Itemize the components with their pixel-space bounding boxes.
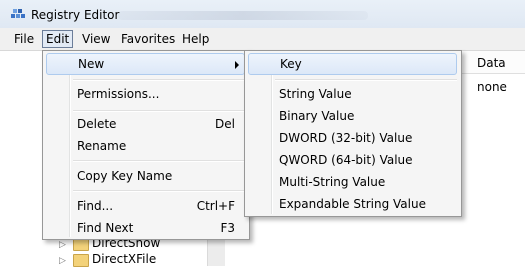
menu-item-label: String Value [279,87,352,101]
submenu-item-qword-value[interactable]: QWORD (64-bit) Value [248,149,457,171]
submenu-item-expandable-string-value[interactable]: Expandable String Value [248,193,457,215]
menu-item-label: New [78,57,105,71]
menu-item-label: Permissions... [77,87,160,101]
menu-item-find-next[interactable]: Find Next F3 [46,217,245,239]
submenu-arrow-icon [235,61,239,69]
title-bar: Registry Editor [0,0,525,28]
tree-expander-icon[interactable]: ▷ [59,256,66,266]
menu-file[interactable]: File [11,31,37,47]
submenu-item-key[interactable]: Key [248,53,457,75]
menu-separator [73,79,245,81]
submenu-item-dword-value[interactable]: DWORD (32-bit) Value [248,127,457,149]
menu-favorites[interactable]: Favorites [118,31,178,47]
column-header-data[interactable]: Data [477,56,506,70]
menu-item-shortcut: Ctrl+F [196,199,235,213]
menu-item-copy-key-name[interactable]: Copy Key Name [46,165,245,187]
menu-item-label: Find... [77,199,114,213]
menu-item-label: Key [280,57,302,71]
menu-item-shortcut: F3 [220,221,235,235]
menu-item-label: QWORD (64-bit) Value [279,153,413,167]
menu-item-label: Rename [77,139,127,153]
menu-item-rename[interactable]: Rename [46,135,245,157]
submenu-item-binary-value[interactable]: Binary Value [248,105,457,127]
submenu-item-string-value[interactable]: String Value [248,83,457,105]
menu-bar: File Edit View Favorites Help [0,28,525,51]
tree-item[interactable]: DirectXFile [92,252,156,266]
menu-item-label: Expandable String Value [279,197,426,211]
menu-help[interactable]: Help [179,31,212,47]
menu-item-new[interactable]: New [46,53,245,75]
edit-menu: New Permissions... Delete Del Rename Cop… [42,50,250,240]
menu-separator [73,110,245,112]
menu-separator [275,79,457,81]
menu-edit[interactable]: Edit [42,30,74,48]
menu-item-label: Copy Key Name [77,169,173,183]
submenu-item-multi-string-value[interactable]: Multi-String Value [248,171,457,193]
menu-item-label: Delete [77,117,117,131]
menu-item-shortcut: Del [215,117,235,131]
menu-item-find[interactable]: Find... Ctrl+F [46,195,245,217]
menu-item-label: Multi-String Value [279,175,386,189]
menu-separator [73,160,245,162]
menu-item-label: Find Next [77,221,134,235]
menu-item-delete[interactable]: Delete Del [46,113,245,135]
registry-editor-icon [11,9,25,18]
menu-item-label: DWORD (32-bit) Value [279,131,413,145]
menu-item-permissions[interactable]: Permissions... [46,83,245,105]
window-title: Registry Editor [31,8,120,22]
menu-view[interactable]: View [79,31,113,47]
title-bar-blurred-text [118,11,368,20]
new-submenu: Key String Value Binary Value DWORD (32-… [244,50,462,217]
folder-icon [73,254,89,267]
menu-item-label: Binary Value [279,109,355,123]
menu-separator [73,190,245,192]
value-data-cell[interactable]: none [477,80,507,94]
tree-expander-icon[interactable]: ▷ [59,240,66,250]
